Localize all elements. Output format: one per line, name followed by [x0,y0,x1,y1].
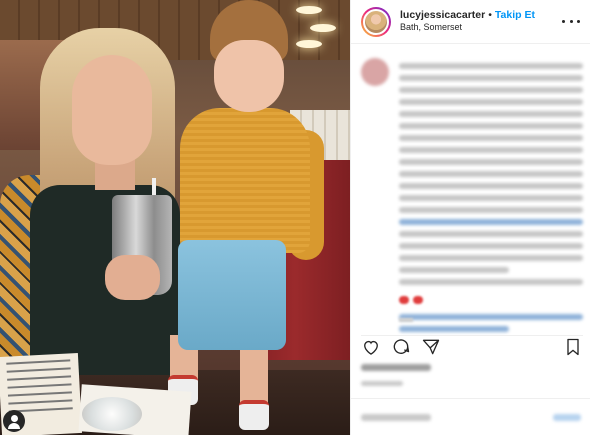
caption-time-blurred [399,318,413,322]
comment-bubble-icon[interactable] [391,337,411,357]
ceiling-light [296,6,322,14]
likes-count-blurred [361,364,431,371]
caption-blurred [361,58,583,338]
denim-shorts [178,240,286,350]
header-text: lucyjessicacarter • Takip Et Bath, Somerse… [400,9,562,33]
post-photo[interactable] [0,0,350,435]
ceiling-light [310,24,336,32]
caption-text-blurred [399,58,583,338]
username-link[interactable]: lucyjessicacarter [400,9,485,21]
header-row: lucyjessicacarter • Takip Et [400,9,562,22]
water-glass [82,397,142,431]
boy-leg [240,345,268,405]
heart-icon[interactable] [361,337,381,357]
ceiling-light [296,40,322,48]
avatar-image [363,8,389,35]
post-comment-button[interactable] [553,413,581,421]
post-date-blurred [361,381,403,386]
share-icon[interactable] [421,337,441,357]
post-side-panel: lucyjessicacarter • Takip Et Bath, Somerse… [350,0,590,435]
separator-dot: • [488,9,492,22]
comment-bar [351,398,590,435]
heart-emoji-blurred [413,296,424,304]
comment-input[interactable] [361,413,431,421]
more-options-icon[interactable] [562,20,580,23]
bookmark-icon[interactable] [563,337,583,357]
location-link[interactable]: Bath, Somerset [400,22,562,33]
boy-face [214,40,284,112]
mustard-sweater [180,108,310,253]
heart-emoji-blurred [399,296,409,304]
profile-avatar[interactable] [361,6,391,37]
post-header: lucyjessicacarter • Takip Et Bath, Somerse… [351,0,590,44]
woman-hand [105,255,160,300]
sock [239,400,269,430]
caption-avatar [361,58,389,86]
account-icon[interactable] [3,410,25,432]
action-bar [361,335,583,357]
follow-button[interactable]: Takip Et [495,9,535,21]
woman-face [72,55,152,165]
